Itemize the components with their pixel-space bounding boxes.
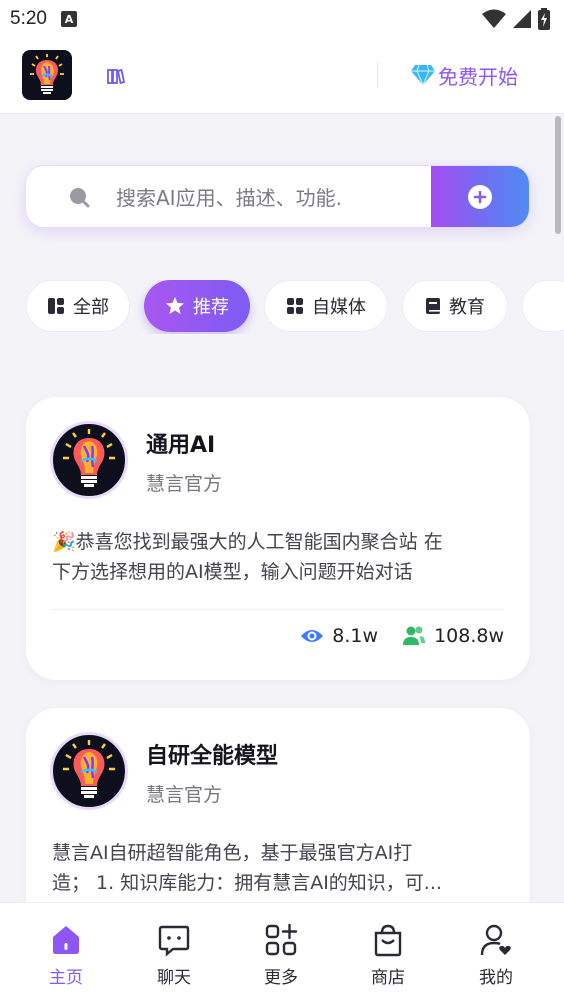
app-card[interactable]: 通用AI 慧言官方 🎉恭喜您找到最强大的人工智能国内聚合站 在 下方选择想用的A… [26, 397, 530, 680]
app-logo-icon[interactable] [22, 50, 72, 100]
card-title: 通用AI [146, 433, 216, 458]
card-description: 🎉恭喜您找到最强大的人工智能国内聚合站 在 下方选择想用的AI模型，输入问题开始… [52, 527, 508, 587]
users-icon [403, 626, 426, 645]
chat-icon [158, 925, 190, 957]
nav-label: 我的 [479, 968, 513, 988]
signal-icon [513, 10, 531, 28]
nav-chat[interactable]: 聊天 [134, 903, 214, 1002]
user-icon [480, 924, 511, 956]
card-description-line: 慧言AI自研超智能角色，基于最强官方AI打 [52, 842, 413, 864]
free-start-button[interactable]: 免费开始 [410, 58, 518, 92]
nav-store[interactable]: 商店 [348, 903, 428, 1002]
card-author: 慧言官方 [146, 473, 223, 495]
chip-recommended[interactable]: 推荐 [144, 280, 250, 332]
app-header: 免费开始 [0, 38, 564, 114]
shopping-bag-icon [374, 924, 402, 957]
chip-label: 自媒体 [312, 297, 366, 318]
card-description-line: 🎉恭喜您找到最强大的人工智能国内聚合站 在 [52, 531, 443, 553]
chip-label: 教育 [449, 297, 485, 318]
nav-profile[interactable]: 我的 [456, 903, 536, 1002]
card-description: 慧言AI自研超智能角色，基于最强官方AI打 造； 1. 知识库能力：拥有慧言AI… [52, 838, 508, 898]
card-stats: 8.1w 108.8w [300, 625, 504, 647]
card-avatar-bulb-icon [50, 732, 128, 810]
plus-circle-icon [468, 184, 492, 209]
nav-more[interactable]: 更多 [241, 903, 321, 1002]
free-start-label: 免费开始 [438, 64, 518, 89]
eye-icon [301, 630, 324, 642]
grid-icon [48, 298, 64, 314]
nav-label: 聊天 [157, 968, 191, 988]
users-count: 108.8w [434, 625, 504, 647]
card-avatar-bulb-icon [50, 421, 128, 499]
chip-all[interactable]: 全部 [26, 280, 130, 332]
home-icon [53, 926, 79, 954]
header-divider [377, 62, 378, 88]
status-time: 5:20 [10, 8, 47, 29]
chip-education[interactable]: 教育 [402, 280, 508, 332]
card-description-line: 造； 1. 知识库能力：拥有慧言AI的知识，可... [52, 872, 442, 894]
views-count: 8.1w [332, 625, 379, 647]
notification-a-icon: A [60, 11, 77, 27]
search-icon [70, 187, 90, 207]
chip-label: 推荐 [193, 297, 229, 318]
book-icon [426, 298, 440, 314]
star-icon [166, 297, 184, 314]
nav-label: 更多 [264, 968, 298, 988]
chip-self-media[interactable]: 自媒体 [264, 280, 388, 332]
search-add-button[interactable] [431, 166, 529, 227]
card-title: 自研全能模型 [146, 744, 279, 769]
nav-home[interactable]: 主页 [26, 903, 106, 1002]
apps-icon [287, 298, 303, 314]
books-icon[interactable] [106, 66, 126, 86]
search-bar[interactable]: 搜索AI应用、描述、功能. [26, 166, 529, 227]
nav-label: 商店 [371, 968, 405, 988]
chip-more-partial[interactable] [522, 280, 564, 332]
status-bar: 5:20 A [0, 0, 564, 38]
card-description-line: 下方选择想用的AI模型，输入问题开始对话 [52, 561, 413, 583]
wifi-icon [482, 9, 506, 28]
chip-label: 全部 [73, 297, 109, 318]
nav-label: 主页 [49, 968, 83, 988]
category-chips: 全部 推荐 自媒体 教育 [26, 280, 564, 334]
more-apps-icon [265, 923, 298, 956]
status-icons [482, 8, 550, 30]
diamond-icon [411, 64, 435, 87]
search-input[interactable]: 搜索AI应用、描述、功能. [116, 182, 378, 211]
card-author: 慧言官方 [146, 784, 223, 806]
card-divider [52, 609, 504, 610]
battery-icon [538, 8, 550, 30]
bottom-navigation: 主页 聊天 更多 商店 我的 [0, 902, 564, 1002]
scrollbar-thumb[interactable] [555, 116, 561, 234]
